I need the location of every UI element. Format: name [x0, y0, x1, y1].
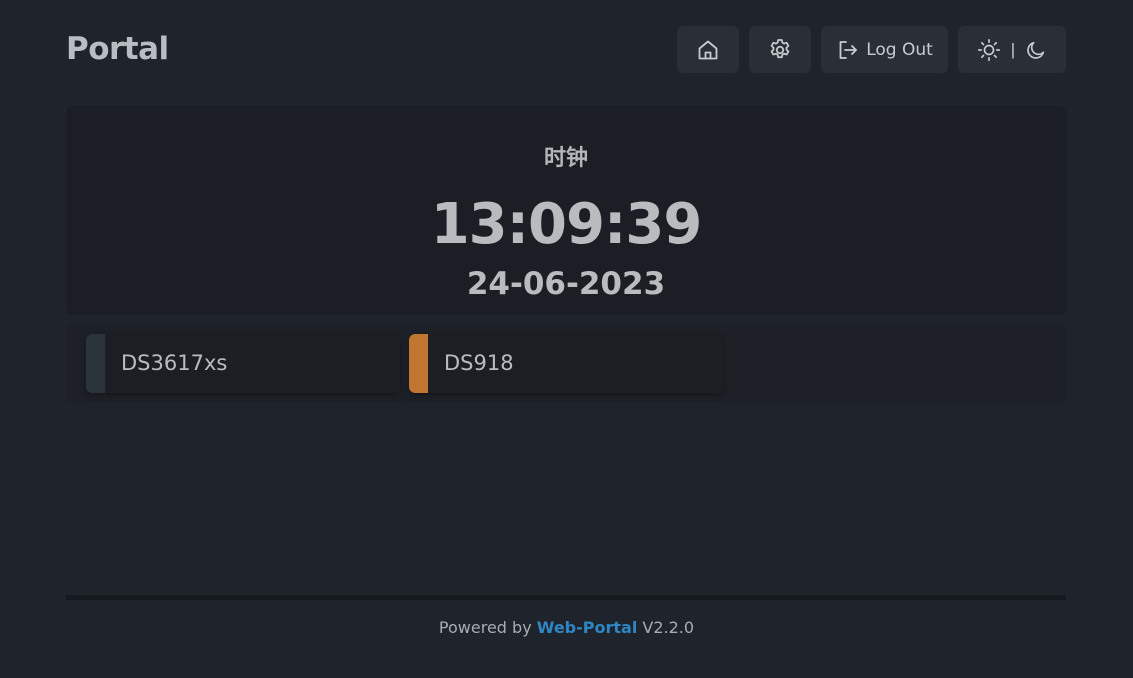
- logout-label: Log Out: [866, 39, 933, 60]
- header: Portal Log Out |: [66, 26, 1066, 73]
- theme-separator: |: [1010, 39, 1016, 59]
- footer-version: V2.2.0: [642, 618, 695, 637]
- theme-toggle[interactable]: |: [958, 26, 1066, 73]
- web-portal-link[interactable]: Web-Portal: [537, 618, 638, 637]
- app-label: DS3617xs: [121, 351, 228, 375]
- home-button[interactable]: [677, 26, 739, 73]
- footer-divider: [66, 595, 1066, 600]
- moon-icon[interactable]: [1025, 39, 1047, 61]
- app-color-bar: [409, 334, 428, 393]
- app-label: DS918: [444, 351, 514, 375]
- clock-time: 13:09:39: [430, 192, 703, 257]
- clock-date: 24-06-2023: [466, 266, 666, 302]
- settings-button[interactable]: [749, 26, 811, 73]
- header-nav: Log Out |: [677, 26, 1066, 73]
- apps-panel: DS3617xs DS918: [66, 324, 1066, 403]
- app-tile-ds3617xs[interactable]: DS3617xs: [86, 334, 400, 393]
- home-icon: [696, 38, 720, 62]
- clock-card: 时钟 13:09:39 24-06-2023: [66, 106, 1066, 315]
- sun-icon[interactable]: [977, 38, 1001, 62]
- brand-title: Portal: [66, 31, 169, 67]
- footer: Powered by Web-Portal V2.2.0: [0, 618, 1133, 637]
- app-tile-ds918[interactable]: DS918: [409, 334, 723, 393]
- footer-prefix: Powered by: [438, 618, 532, 637]
- gear-icon: [767, 37, 793, 63]
- logout-icon: [836, 38, 860, 62]
- app-color-bar: [86, 334, 105, 393]
- clock-title: 时钟: [543, 146, 588, 171]
- logout-button[interactable]: Log Out: [821, 26, 948, 73]
